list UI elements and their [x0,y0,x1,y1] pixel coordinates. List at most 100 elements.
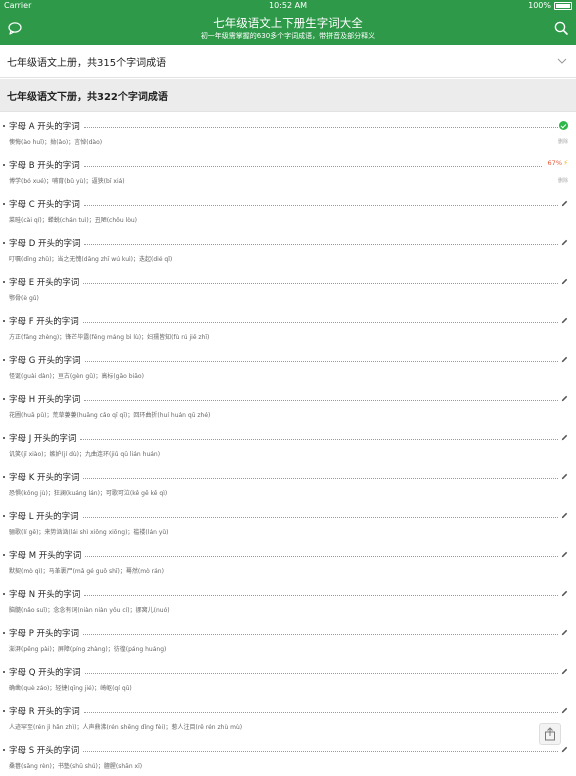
page-subtitle: 初一年级需掌握的630多个字词成语，带拼音及部分释义 [200,32,376,40]
section-label: 七年级语文上册，共315个字词成语 [7,58,167,69]
pencil-icon[interactable] [560,355,569,364]
delete-badge[interactable]: 删除 [558,177,568,184]
delete-badge[interactable]: 删除 [558,138,568,145]
pencil-icon[interactable] [560,277,569,286]
list-item-title: 字母 B 开头的字词 [9,161,80,171]
bullet-dot [3,242,5,244]
bullet-dot [3,281,5,283]
chevron-down-icon [557,58,567,64]
list-item-words: 博学(bó xué)；哺育(bǔ yù)；逼狭(bī xiá) [9,178,125,185]
dotted-leader [84,244,558,245]
pencil-icon[interactable] [560,316,569,325]
list-item[interactable]: 字母 P 开头的字词澎湃(pēng pài)；屏障(píng zhàng)；彷徨… [0,620,576,659]
bullet-dot [3,398,5,400]
list-item-title: 字母 M 开头的字词 [9,551,82,561]
list-item[interactable]: 字母 S 开头的字词桑葚(sāng rèn)；书塾(shū shú)；膻腥(sh… [0,737,576,776]
dotted-leader [83,634,558,635]
list-item-title: 字母 D 开头的字词 [9,239,81,249]
list-item-words: 鄂骨(è gǔ) [9,295,39,302]
list-item-words: 默契(mò qì)；马革裹尸(mǎ gé guǒ shī)；蓦然(mò rán) [9,568,164,575]
status-bar: Carrier 10:52 AM 100% [0,0,576,12]
bullet-dot [3,749,5,751]
list-item[interactable]: 字母 D 开头的字词 叮嘱(dīng zhǔ)；当之无愧(dāng zhī wú … [0,230,576,269]
section-label: 七年级语文下册，共322个字词成语 [7,92,168,103]
pencil-icon[interactable] [560,238,569,247]
bullet-dot [3,164,5,166]
list-item-words: 恐惧(kǒng jù)；狂澜(kuáng lán)；可歌可泣(kě gē kě … [9,490,168,497]
dotted-leader [82,322,558,323]
dotted-leader [84,673,558,674]
list-item-title: 字母 C 开头的字词 [9,200,80,210]
list-item-title: 字母 S 开头的字词 [9,746,80,756]
share-button[interactable] [539,723,561,745]
pencil-icon[interactable] [560,628,569,637]
list-item[interactable]: 字母 M 开头的字词默契(mò qì)；马革裹尸(mǎ gé guǒ shī)；… [0,542,576,581]
list-item-words: 脑髓(nǎo suǐ)；念念有词(niàn niàn yǒu cí)；挪窝儿(n… [9,607,170,614]
dotted-leader [83,205,558,206]
bullet-dot [3,554,5,556]
list-item-words: 澎湃(pēng pài)；屏障(píng zhàng)；彷徨(páng huán… [9,646,167,653]
page-title: 七年级语文上下册生字词大全 [213,16,363,30]
dotted-leader [83,478,558,479]
list-item[interactable]: 字母 G 开头的字词 怪诞(guài dàn)；亘古(gèn gǔ)；高标(gāo… [0,347,576,386]
list-item[interactable]: 字母 F 开头的字词 方正(fāng zhèng)；锋芒毕露(fēng máng … [0,308,576,347]
list-item[interactable]: 字母 A 开头的字词懊悔(ào huǐ)；拗(ǎo)；言悼(dào) 删除 [0,113,576,152]
dotted-leader [80,439,558,440]
battery-percent: 100% [528,1,551,10]
share-icon [545,727,555,741]
bullet-dot [3,320,5,322]
list-item-title: 字母 F 开头的字词 [9,317,79,327]
check-circle-icon [559,121,568,130]
dotted-leader [83,712,558,713]
list-item-title: 字母 N 开头的字词 [9,590,81,600]
dotted-leader [83,283,558,284]
bolt-icon: ⚡ [563,159,568,167]
status-time: 10:52 AM [269,1,307,10]
pencil-icon[interactable] [560,550,569,559]
section-lower-volume[interactable]: 七年级语文下册，共322个字词成语 [0,79,576,112]
dotted-leader [84,400,558,401]
list-item[interactable]: 字母 J 开头的字词 讥笑(jī xiào)；嫉妒(jí dù)；九曲连环(jiǔ… [0,425,576,464]
list-item[interactable]: 字母 Q 开头的字词 确凿(què záo)；轻捷(qīng jié)；崎岖(qí… [0,659,576,698]
pencil-icon[interactable] [560,667,569,676]
dotted-leader [82,517,558,518]
list-item-words: 讥笑(jī xiào)；嫉妒(jí dù)；九曲连环(jiǔ qū lián h… [9,451,161,458]
dotted-leader [83,127,558,128]
search-icon[interactable] [553,20,569,36]
pencil-icon[interactable] [560,745,569,754]
list-item-title: 字母 E 开头的字词 [9,278,80,288]
pencil-icon[interactable] [560,589,569,598]
battery-icon [554,2,572,10]
list-item[interactable]: 字母 H 开头的字词 花圃(huā pǔ)；荒草萋萋(huāng cǎo qī q… [0,386,576,425]
dotted-leader [84,361,558,362]
section-upper-volume[interactable]: 七年级语文上册，共315个字词成语 [0,45,576,78]
pencil-icon[interactable] [560,199,569,208]
list-item-title: 字母 A 开头的字词 [9,122,80,132]
bullet-dot [3,671,5,673]
list-item[interactable]: 字母 C 开头的字词 菜畦(cài qí)；蝉蜕(chán tuì)；丑陋(chǒ… [0,191,576,230]
bullet-dot [3,632,5,634]
list-item[interactable]: 字母 K 开头的字词 恐惧(kǒng jù)；狂澜(kuáng lán)；可歌可泣… [0,464,576,503]
pencil-icon[interactable] [560,706,569,715]
bullet-dot [3,125,5,127]
pencil-icon[interactable] [560,511,569,520]
list-item-title: 字母 G 开头的字词 [9,356,81,366]
list-item-title: 字母 L 开头的字词 [9,512,79,522]
list-item-title: 字母 Q 开头的字词 [9,668,81,678]
list-item-title: 字母 P 开头的字词 [9,629,80,639]
pencil-icon[interactable] [560,394,569,403]
list-item[interactable]: 字母 R 开头的字词 人迹罕至(rén jì hǎn zhì)；人声鼎沸(rén … [0,698,576,737]
list-item-words: 骊歌(lí gē)；来势汹汹(lái shì xiōng xiōng)；褴褛(l… [9,529,169,536]
list-item-words: 桑葚(sāng rèn)；书塾(shū shú)；膻腥(shān xī) [9,763,143,770]
bullet-dot [3,710,5,712]
dotted-leader [85,556,558,557]
bullet-dot [3,203,5,205]
dotted-leader [84,595,558,596]
pencil-icon[interactable] [560,472,569,481]
list-item[interactable]: 字母 L 开头的字词骊歌(lí gē)；来势汹汹(lái shì xiōng x… [0,503,576,542]
list-item[interactable]: 字母 E 开头的字词 鄂骨(è gǔ) [0,269,576,308]
list-item[interactable]: 字母 N 开头的字词脑髓(nǎo suǐ)；念念有词(niàn niàn yǒu… [0,581,576,620]
list-item-words: 懊悔(ào huǐ)；拗(ǎo)；言悼(dào) [9,139,103,146]
pencil-icon[interactable] [560,433,569,442]
list-item[interactable]: 字母 B 开头的字词博学(bó xué)；哺育(bǔ yù)；逼狭(bī xiá… [0,152,576,191]
